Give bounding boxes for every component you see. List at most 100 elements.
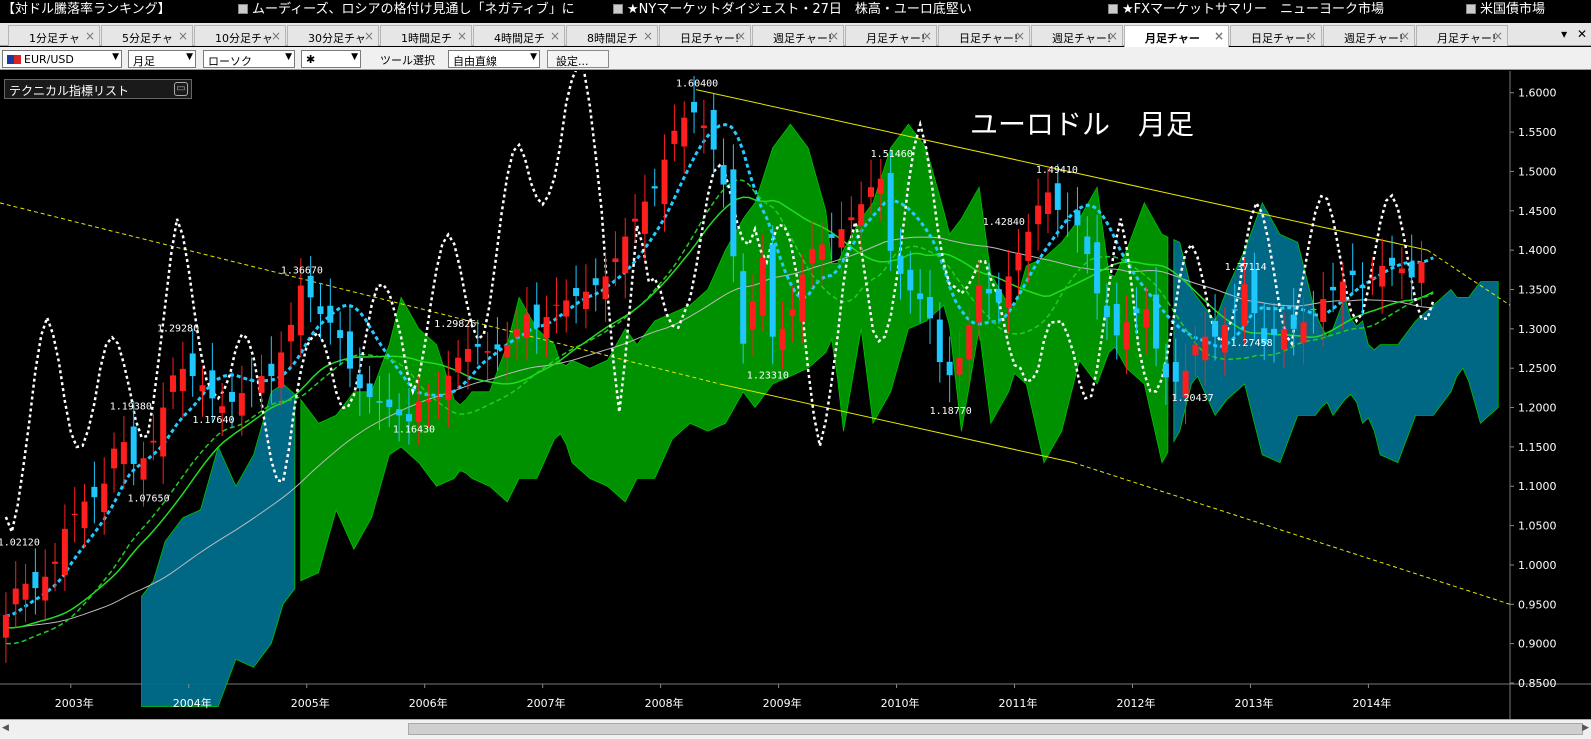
trendline (719, 383, 1074, 464)
candle (946, 361, 953, 376)
marker-select[interactable]: ✱ ▼ (301, 50, 361, 68)
candle (740, 271, 747, 344)
chart-tab[interactable]: 週足チャー! × (1031, 25, 1123, 46)
close-icon[interactable]: × (364, 29, 374, 43)
chart-tab[interactable]: 月足チャー × (1124, 25, 1229, 47)
candle (681, 117, 688, 147)
candle (602, 276, 609, 300)
chart-tab[interactable]: 1時間足チ × (380, 25, 472, 46)
tab-label: 8時間足チ (587, 32, 638, 45)
close-icon[interactable]: × (643, 29, 653, 43)
candle (985, 288, 992, 294)
close-icon[interactable]: × (1108, 29, 1118, 43)
close-icon[interactable]: × (1400, 29, 1410, 43)
news-item[interactable]: ★NYマーケットダイジェスト・27日 株高・ユーロ底堅い (613, 0, 972, 14)
timeframe-select[interactable]: 月足 ▼ (128, 50, 196, 68)
collapse-icon[interactable]: ▭ (174, 82, 188, 96)
tab-list-icon[interactable]: ▾ (1561, 27, 1567, 41)
close-icon[interactable]: × (922, 29, 932, 43)
candle (445, 375, 452, 400)
x-tick-label: 2014年 (1352, 696, 1391, 710)
chart-tab[interactable]: 月足チャー! × (845, 25, 937, 46)
y-tick-label: 1.4500 (1518, 205, 1557, 218)
candle (435, 397, 442, 399)
close-icon[interactable]: × (1214, 29, 1224, 43)
tab-label: 1分足チャ (29, 32, 80, 45)
close-icon[interactable]: × (1493, 29, 1503, 43)
tool-select[interactable]: 自由直線 ▼ (448, 50, 540, 68)
close-icon[interactable]: × (178, 29, 188, 43)
candle (42, 576, 49, 601)
candle (1349, 270, 1356, 276)
candle (720, 164, 727, 185)
scroll-left-icon[interactable]: ◀ (2, 723, 9, 733)
chart-tab[interactable]: 30分足チャ × (287, 25, 379, 46)
close-all-icon[interactable]: ✕ (1577, 27, 1587, 41)
chart-tab[interactable]: 週足チャー! × (752, 25, 844, 46)
price-annotation: 1.18770 (930, 406, 972, 417)
close-icon[interactable]: × (271, 29, 281, 43)
candle (1084, 236, 1091, 255)
news-text: 【対ドル騰落率ランキング】 (2, 2, 171, 14)
indicator-list-panel[interactable]: テクニカル指標リスト ▭ (4, 79, 192, 99)
news-icon (238, 4, 248, 14)
chart-tab[interactable]: 週足チャー! × (1323, 25, 1415, 46)
chart-tab[interactable]: 日足チャー! × (1230, 25, 1322, 46)
chart-area[interactable]: 1.6000 1.5500 1.5000 1.4500 1.4000 1.3500 1.30… (0, 71, 1591, 719)
candle (22, 583, 29, 600)
chart-tab[interactable]: 4時間足チ × (473, 25, 565, 46)
candle (848, 217, 855, 221)
x-tick-label: 2010年 (881, 696, 920, 710)
y-tick-label: 1.6000 (1518, 87, 1557, 100)
close-icon[interactable]: × (85, 29, 95, 43)
chart-tab[interactable]: 1分足チャ × (8, 25, 100, 46)
candle (1418, 261, 1425, 283)
tab-label: 日足チャー! (959, 32, 1019, 45)
chart-tab[interactable]: 5分足チャ × (101, 25, 193, 46)
news-icon (1466, 4, 1476, 14)
tab-controls: ▾ ✕ (1555, 27, 1587, 41)
close-icon[interactable]: × (457, 29, 467, 43)
chevron-down-icon: ▼ (186, 52, 193, 62)
price-chart[interactable]: 1.6000 1.5500 1.5000 1.4500 1.4000 1.3500 1.30… (0, 71, 1591, 719)
candle (101, 483, 108, 513)
y-tick-label: 0.9500 (1518, 598, 1557, 611)
news-item[interactable]: ムーディーズ、ロシアの格付け見通し「ネガティブ」に (238, 0, 575, 14)
pair-select[interactable]: EUR/USD ▼ (2, 50, 122, 68)
chart-tab[interactable]: 8時間足チ × (566, 25, 658, 46)
candle (1054, 183, 1061, 210)
settings-button[interactable]: 設定... (547, 50, 609, 68)
chart-tab[interactable]: 月足チャー! × (1416, 25, 1508, 46)
close-icon[interactable]: × (736, 29, 746, 43)
y-tick-label: 1.5500 (1518, 126, 1557, 139)
close-icon[interactable]: × (829, 29, 839, 43)
chart-tab[interactable]: 日足チャー! × (938, 25, 1030, 46)
close-icon[interactable]: × (1015, 29, 1025, 43)
candle (1389, 257, 1396, 266)
candle (592, 278, 599, 286)
chevron-down-icon: ▼ (351, 52, 358, 62)
tab-label: 週足チャー! (1344, 32, 1404, 45)
chart-tab[interactable]: 日足チャー! × (659, 25, 751, 46)
candle (71, 513, 78, 516)
candle (81, 501, 88, 529)
candle (858, 204, 865, 226)
candle (415, 401, 422, 422)
chart-type-select[interactable]: ローソク ▼ (203, 50, 295, 68)
close-icon[interactable]: × (1307, 29, 1317, 43)
scroll-right-icon[interactable]: ▶ (1582, 723, 1589, 733)
chart-tab[interactable]: 10分足チャ × (194, 25, 286, 46)
news-text: 米国債市場 (1480, 2, 1546, 14)
news-item[interactable]: 【対ドル騰落率ランキング】 (2, 0, 171, 14)
news-item[interactable]: ★FXマーケットサマリー ニューヨーク市場 (1108, 0, 1384, 14)
news-icon (1108, 4, 1118, 14)
candle (425, 399, 432, 403)
news-item[interactable]: 米国債市場 (1466, 0, 1545, 14)
tool-label: 自由直線 (453, 55, 497, 68)
candle (464, 348, 471, 362)
close-icon[interactable]: × (550, 29, 560, 43)
tab-label: 1時間足チ (401, 32, 452, 45)
horizontal-scrollbar[interactable]: ◀ ▶ (0, 719, 1591, 739)
candle (307, 275, 314, 298)
scroll-thumb[interactable] (408, 723, 1583, 735)
